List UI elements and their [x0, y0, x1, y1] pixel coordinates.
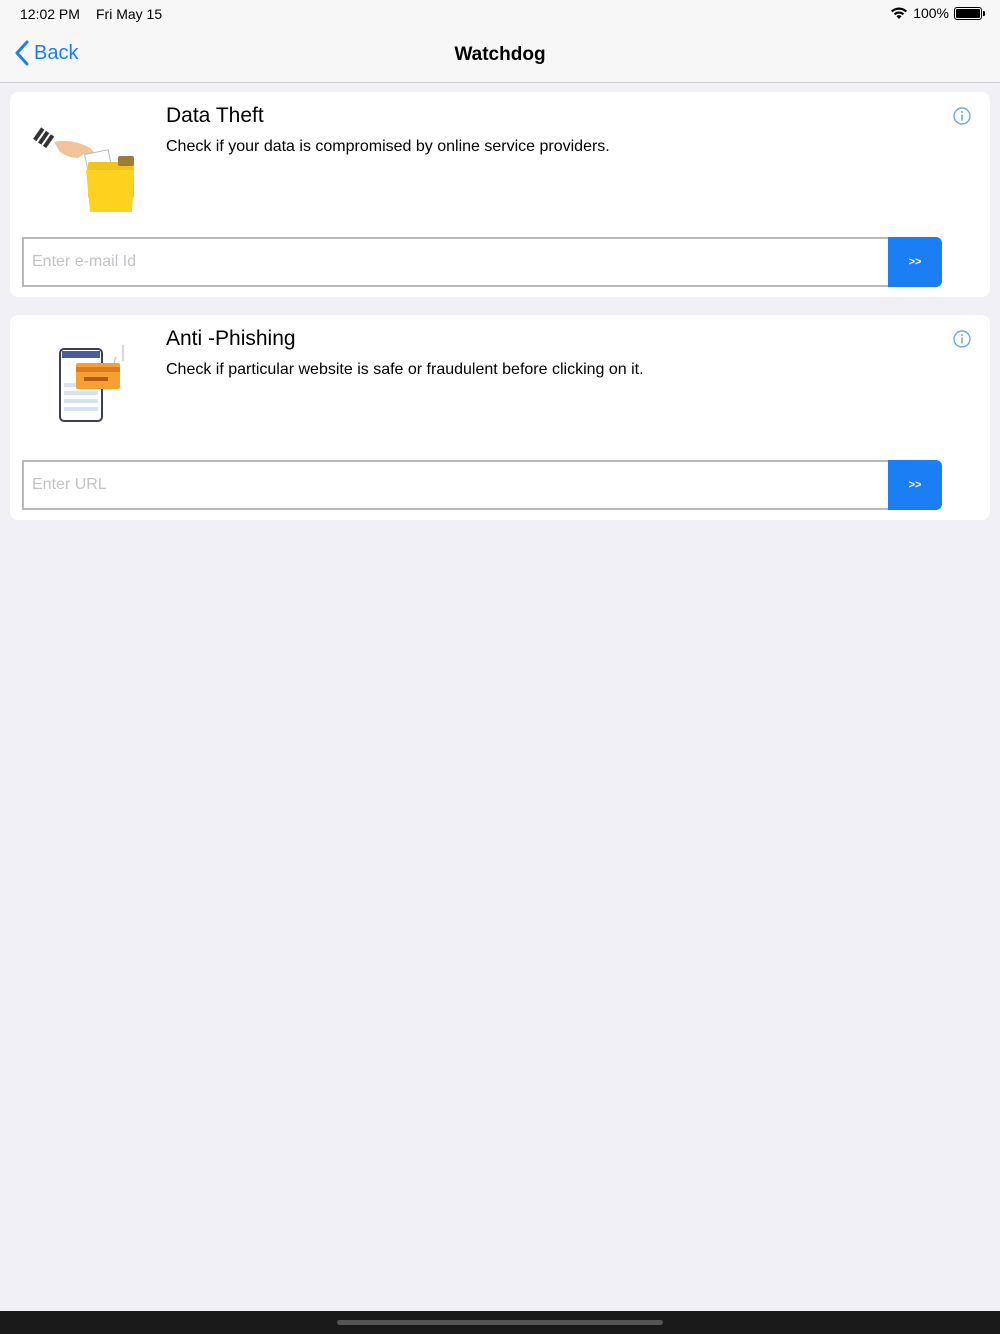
- data-theft-illustration-icon: [33, 127, 134, 212]
- info-icon[interactable]: [952, 106, 972, 126]
- navigation-bar: Back Watchdog: [0, 28, 1000, 83]
- wifi-icon: [891, 7, 908, 19]
- battery-icon: [954, 6, 985, 20]
- card-title: Data Theft: [166, 104, 264, 127]
- battery-percent: 100%: [913, 5, 949, 21]
- card-description: Check if your data is compromised by onl…: [166, 138, 610, 155]
- url-input-row: >>: [22, 460, 942, 510]
- home-indicator[interactable]: [337, 1320, 663, 1325]
- home-bar-area: [0, 1311, 1000, 1334]
- page-title: Watchdog: [454, 44, 546, 65]
- email-input-row: >>: [22, 237, 942, 287]
- status-time: 12:02 PM: [20, 6, 80, 22]
- check-email-button[interactable]: >>: [888, 237, 942, 287]
- data-theft-card: Data Theft Check if your data is comprom…: [10, 92, 990, 297]
- status-bar: 12:02 PM Fri May 15 100%: [0, 0, 1000, 28]
- status-indicators: 100%: [890, 5, 985, 21]
- anti-phishing-illustration-icon: [59, 345, 124, 422]
- email-input[interactable]: [22, 237, 888, 287]
- card-title: Anti -Phishing: [166, 327, 296, 350]
- status-date: Fri May 15: [96, 6, 163, 22]
- url-input[interactable]: [22, 460, 888, 510]
- card-description: Check if particular website is safe or f…: [166, 361, 644, 378]
- anti-phishing-card: Anti -Phishing Check if particular websi…: [10, 315, 990, 520]
- check-url-button[interactable]: >>: [888, 460, 942, 510]
- info-icon[interactable]: [952, 329, 972, 349]
